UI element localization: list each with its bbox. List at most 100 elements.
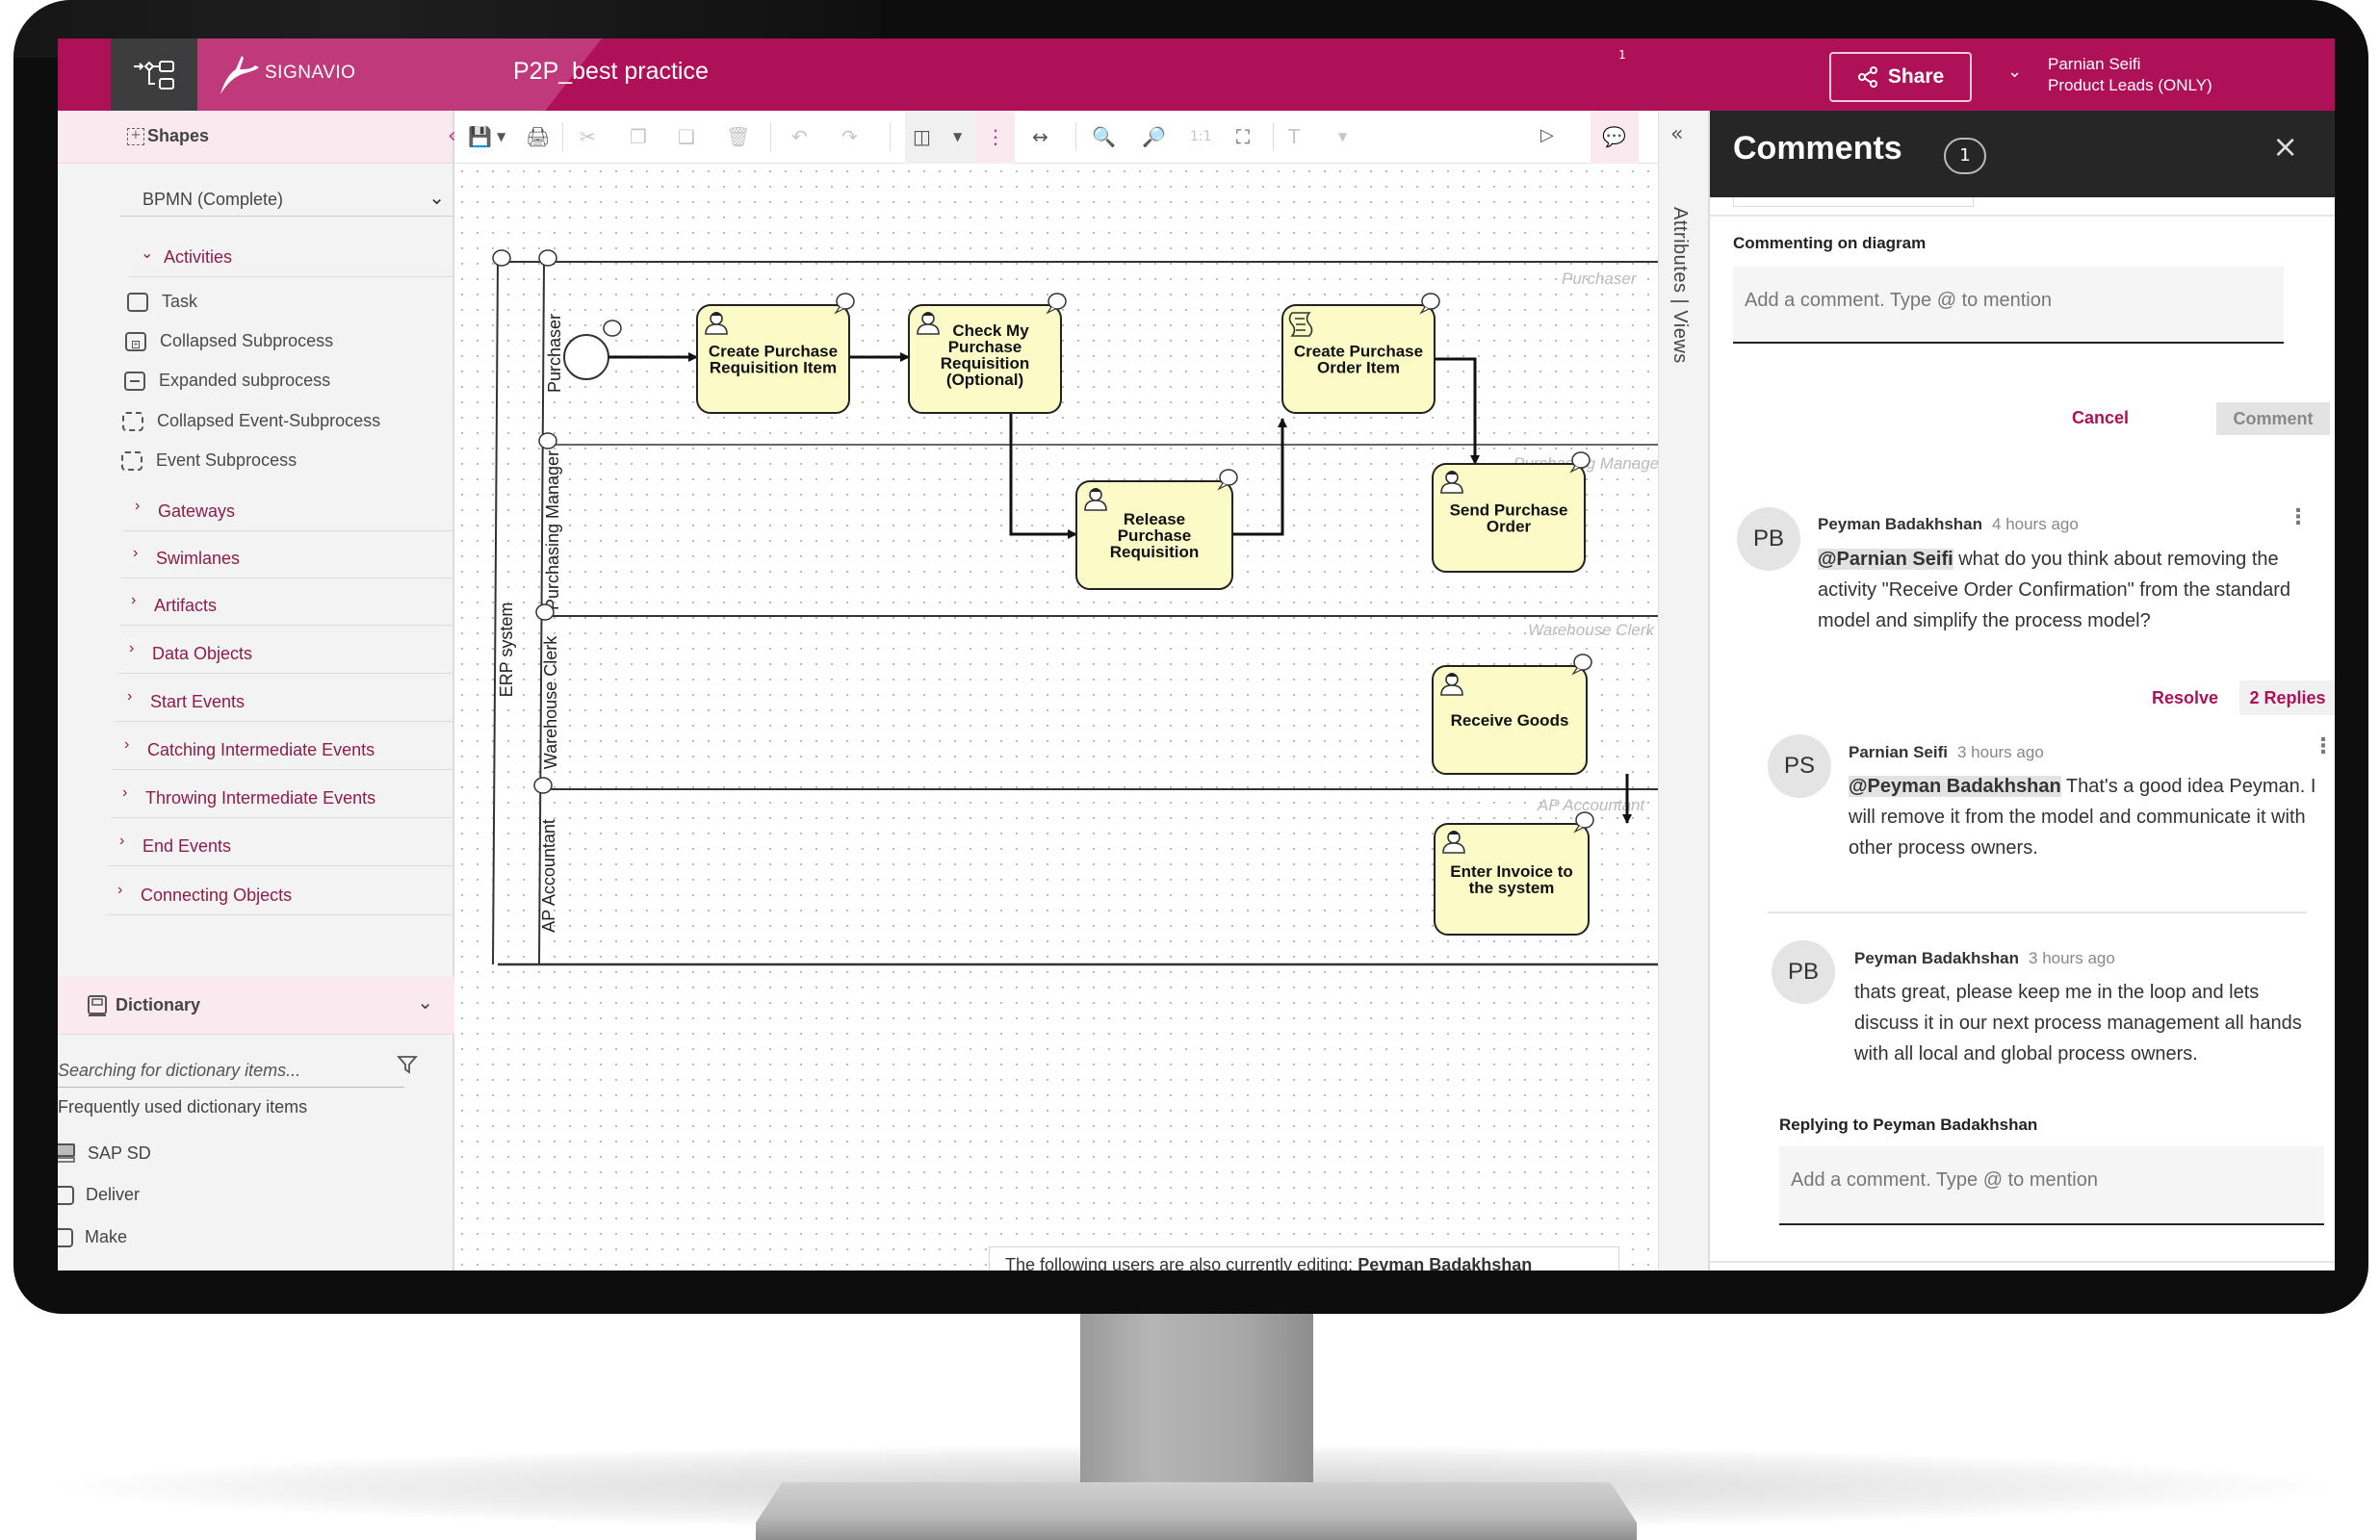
dictionary-item-sap-sd[interactable]: SAP SD bbox=[58, 1142, 151, 1164]
comment-bubble-icon[interactable] bbox=[535, 603, 555, 621]
user-menu-chevron-icon[interactable]: ⌄ bbox=[2007, 62, 2022, 82]
zoom-in-icon[interactable]: 🔍 bbox=[1092, 125, 1116, 148]
task-label-line: the system bbox=[1469, 879, 1555, 897]
category-catching-intermediate-events[interactable]: › Catching Intermediate Events bbox=[113, 727, 454, 770]
more-options-icon[interactable]: ⋮ bbox=[2288, 505, 2309, 529]
task-t4[interactable]: Create PurchaseOrder Item bbox=[1281, 293, 1440, 414]
comment-bubble-icon[interactable] bbox=[492, 249, 511, 267]
comment-bubble-icon[interactable] bbox=[538, 432, 557, 449]
task-icon bbox=[127, 292, 148, 312]
category-activities[interactable]: ⌄ Activities bbox=[129, 234, 453, 277]
task-t1[interactable]: Create PurchaseRequisition Item bbox=[696, 293, 855, 414]
expand-panel-icon[interactable]: ▷ bbox=[1540, 125, 1554, 145]
diagram-canvas[interactable]: ERP system Purchaser Purchasing Manager … bbox=[454, 164, 1658, 1270]
comment-author: Peyman Badakhshan 4 hours ago bbox=[1818, 515, 2079, 534]
user-menu[interactable]: Parnian Seifi Product Leads (ONLY) bbox=[2048, 54, 2212, 96]
chevron-right-icon: › bbox=[127, 688, 133, 705]
comment-time: 4 hours ago bbox=[1992, 515, 2079, 533]
share-button[interactable]: Share bbox=[1829, 52, 1972, 102]
avatar: PB bbox=[1772, 940, 1835, 1004]
category-gateways[interactable]: › Gateways bbox=[123, 488, 454, 531]
start-event[interactable] bbox=[563, 334, 609, 380]
copy-icon[interactable]: ❐ bbox=[630, 125, 647, 148]
reply-input[interactable]: Add a comment. Type @ to mention bbox=[1779, 1146, 2324, 1225]
frequent-items-label: Frequently used dictionary items bbox=[58, 1097, 308, 1116]
cut-icon[interactable]: ✂ bbox=[580, 125, 596, 148]
process-flow-icon bbox=[134, 60, 174, 90]
category-connecting-objects[interactable]: › Connecting Objects bbox=[106, 872, 454, 915]
category-label: Swimlanes bbox=[156, 549, 241, 568]
attributes-views-tabs[interactable]: Attributes | Views bbox=[1669, 207, 1691, 364]
task-t6[interactable]: Receive Goods bbox=[1432, 654, 1592, 775]
dictionary-panel-header[interactable]: Dictionary ⌄ bbox=[58, 977, 454, 1035]
zoom-out-icon[interactable]: 🔎 bbox=[1142, 125, 1166, 148]
notation-select[interactable]: BPMN (Complete) ⌄ bbox=[119, 178, 454, 217]
print-icon[interactable]: 🖨 bbox=[526, 125, 550, 148]
bpmn-diagram: ERP system Purchaser Purchasing Manager … bbox=[492, 249, 1658, 966]
shape-item-event-subprocess[interactable]: Event Subprocess bbox=[121, 450, 297, 471]
align-icon[interactable]: ◫ bbox=[913, 125, 931, 148]
monitor-mockup: SIGNAVIO P2P_best practice Share ⌄ Parni… bbox=[0, 0, 2380, 1540]
zoom-actual-size-icon[interactable]: 1:1 bbox=[1190, 129, 1212, 144]
comment-bubble-icon[interactable] bbox=[603, 320, 622, 337]
delete-icon[interactable]: 🗑 bbox=[726, 125, 750, 148]
attributes-views-strip: « Attributes | Views bbox=[1658, 111, 1708, 1270]
text-format-icon[interactable]: T bbox=[1288, 125, 1300, 148]
zoom-fit-icon[interactable]: ⛶ bbox=[1236, 125, 1250, 148]
flow-t2-to-t3 bbox=[1009, 414, 1077, 539]
task-t3[interactable]: ReleasePurchaseRequisition bbox=[1075, 469, 1238, 590]
close-icon[interactable]: × bbox=[2272, 128, 2298, 165]
cancel-button[interactable]: Cancel bbox=[2072, 408, 2129, 428]
save-icon[interactable]: 💾 bbox=[468, 125, 492, 148]
shape-item-collapsed-event-subprocess[interactable]: Collapsed Event-Subprocess bbox=[122, 411, 380, 431]
category-data-objects[interactable]: › Data Objects bbox=[117, 630, 454, 674]
dictionary-item-label: Make bbox=[85, 1227, 128, 1246]
comment-bubble-icon[interactable] bbox=[538, 249, 557, 267]
comment-body: @Peyman Badakhshan That's a good idea Pe… bbox=[1849, 771, 2320, 863]
task-t2[interactable]: Check MyPurchaseRequisition(Optional) bbox=[908, 293, 1067, 414]
shape-item-expanded-subprocess[interactable]: Expanded subprocess bbox=[124, 371, 330, 391]
notation-value: BPMN (Complete) bbox=[142, 190, 284, 209]
task-t5[interactable]: Send PurchaseOrder bbox=[1432, 451, 1591, 573]
category-throwing-intermediate-events[interactable]: › Throwing Intermediate Events bbox=[111, 775, 454, 818]
collapse-panel-icon[interactable]: « bbox=[1670, 122, 1683, 146]
dictionary-item-deliver[interactable]: Deliver bbox=[58, 1185, 140, 1205]
toolbar-divider bbox=[1075, 122, 1076, 151]
redo-icon[interactable]: ↷ bbox=[841, 125, 858, 148]
share-icon bbox=[1857, 66, 1877, 88]
app-switcher-button[interactable] bbox=[111, 38, 197, 111]
replies-toggle-button[interactable]: 2 Replies bbox=[2239, 680, 2335, 715]
comments-icon[interactable]: 💬 bbox=[1602, 125, 1626, 148]
new-comment-input[interactable]: Add a comment. Type @ to mention bbox=[1733, 267, 2284, 344]
align-dropdown-icon[interactable]: ▼ bbox=[953, 130, 962, 143]
concurrent-editing-notice: The following users are also currently e… bbox=[989, 1246, 1619, 1270]
dictionary-item-make[interactable]: Make bbox=[58, 1227, 127, 1247]
category-artifacts[interactable]: › Artifacts bbox=[119, 582, 454, 626]
category-label: End Events bbox=[142, 836, 232, 856]
paste-icon[interactable]: ❑ bbox=[678, 125, 695, 148]
more-options-icon[interactable]: ⋮ bbox=[2313, 734, 2334, 758]
category-end-events[interactable]: › End Events bbox=[108, 823, 454, 866]
author-name: Parnian Seifi bbox=[1849, 743, 1948, 761]
task-t7[interactable]: Enter Invoice tothe system bbox=[1434, 811, 1594, 936]
shape-item-task[interactable]: Task bbox=[127, 292, 197, 312]
mention-chip[interactable]: @Peyman Badakhshan bbox=[1849, 776, 2061, 797]
distribute-icon[interactable]: ⋮ bbox=[986, 125, 1005, 148]
resolve-button[interactable]: Resolve bbox=[2152, 688, 2218, 708]
same-size-icon[interactable]: ↔ bbox=[1032, 125, 1048, 148]
filter-icon[interactable] bbox=[397, 1054, 418, 1075]
category-swimlanes[interactable]: › Swimlanes bbox=[121, 535, 454, 578]
shape-item-collapsed-subprocess[interactable]: + Collapsed Subprocess bbox=[125, 331, 333, 351]
dictionary-search-input[interactable]: Searching for dictionary items... bbox=[58, 1049, 404, 1088]
save-dropdown-icon[interactable]: ▼ bbox=[497, 130, 505, 143]
lane-watermark-purchaser: Purchaser bbox=[1562, 270, 1638, 288]
comment-submit-button[interactable]: Comment bbox=[2216, 402, 2330, 435]
text-format-dropdown-icon[interactable]: ▼ bbox=[1338, 130, 1347, 143]
author-name: Peyman Badakhshan bbox=[1818, 515, 1983, 533]
category-start-events[interactable]: › Start Events bbox=[116, 679, 454, 722]
mention-chip[interactable]: @Parnian Seifi bbox=[1818, 549, 1953, 570]
comments-count-badge: 1 bbox=[1944, 138, 1986, 174]
comment-bubble-icon[interactable] bbox=[533, 777, 553, 794]
collapsed-event-subprocess-icon bbox=[122, 411, 143, 431]
undo-icon[interactable]: ↶ bbox=[791, 125, 808, 148]
